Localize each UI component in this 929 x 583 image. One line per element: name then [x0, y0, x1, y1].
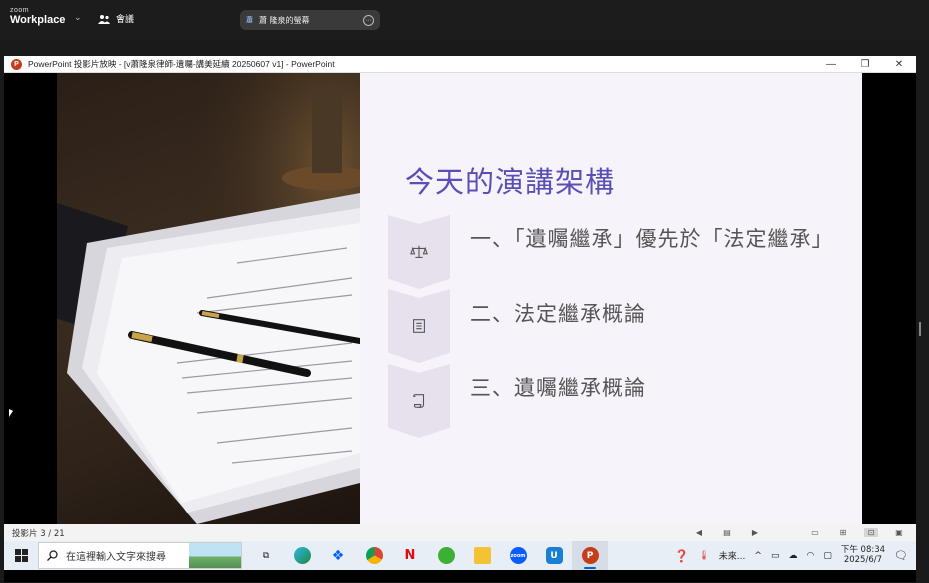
slide: 今天的演講架構 一、「遺囑繼承」優先於「法定繼承」 二、法定繼承概論 三、遺囑繼…: [360, 73, 862, 524]
minimize-button[interactable]: —: [814, 59, 848, 70]
slide-counter: 投影片 3 / 21: [12, 528, 65, 539]
resize-handle[interactable]: [919, 322, 921, 336]
book-icon: [413, 319, 425, 333]
windows-icon: [14, 549, 28, 562]
help-icon[interactable]: ❓: [674, 549, 689, 563]
task-view-button[interactable]: ⧉: [248, 541, 284, 570]
scales-icon: [410, 245, 428, 258]
slide-show-area[interactable]: 今天的演講架構 一、「遺囑繼承」優先於「法定繼承」 二、法定繼承概論 三、遺囑繼…: [4, 73, 916, 524]
dropbox-icon: ❖: [331, 547, 345, 564]
share-label: 蕭 隆泉的螢幕: [259, 15, 310, 25]
file-explorer-app[interactable]: [464, 541, 500, 570]
share-avatar: 蕭: [246, 16, 253, 24]
system-tray: ❓ 🌡 未來... ^ ▭ ☁ ◠ ▢ 下午 08:34 2025/6/7 🗨: [674, 545, 916, 566]
desk-documents-image: [57, 73, 360, 524]
agenda-item-2: 二、法定繼承概論: [470, 302, 646, 326]
taskbar-search[interactable]: 在這裡輸入文字來搜尋: [38, 542, 242, 569]
folder-icon: [473, 547, 491, 564]
zoom-logo[interactable]: zoom Workplace: [10, 7, 65, 26]
zoom-logo-top: zoom: [10, 7, 30, 14]
slide-sorter-icon[interactable]: ⊞: [836, 528, 850, 537]
next-slide-icon[interactable]: ▶: [748, 528, 762, 537]
mouse-cursor: [9, 409, 13, 417]
shared-screen: P PowerPoint 投影片放映 - [v蕭隆泉律師-遺囑-講美延續 202…: [4, 56, 916, 582]
chevron-1: [388, 215, 450, 289]
clock-date: 2025/6/7: [843, 554, 883, 565]
chrome-icon: [365, 547, 383, 564]
zoom-icon: zoom: [509, 547, 527, 564]
slide-photo: [57, 73, 360, 524]
netflix-app[interactable]: N: [392, 541, 428, 570]
restore-button[interactable]: ❐: [848, 59, 882, 70]
normal-view-icon[interactable]: ▭: [808, 528, 822, 537]
powerpoint-titlebar: P PowerPoint 投影片放映 - [v蕭隆泉律師-遺囑-講美延續 202…: [4, 56, 916, 73]
edge-icon: [293, 547, 311, 564]
notification-icon[interactable]: 🗨: [894, 549, 908, 562]
slideshow-statusbar: 投影片 3 / 21 ◀ ▤ ▶ ▭ ⊞ ⊡ ▣: [4, 524, 916, 541]
netflix-icon: N: [404, 548, 416, 563]
meeting-button[interactable]: 會議: [98, 12, 134, 25]
search-highlight-image: [189, 543, 241, 568]
windows-taskbar: 在這裡輸入文字來搜尋 ⧉ ❖ N zoom U P ❓ 🌡 未來... ^ ▭ …: [4, 541, 916, 570]
zoom-logo-bottom: Workplace: [10, 14, 66, 26]
wechat-icon: [437, 547, 455, 564]
u-app[interactable]: U: [536, 541, 572, 570]
search-icon: [47, 550, 58, 561]
meeting-label: 會議: [116, 15, 135, 25]
people-icon: [98, 14, 110, 24]
wifi-icon[interactable]: ◠: [806, 551, 814, 561]
reading-view-icon[interactable]: ⊡: [864, 528, 878, 537]
slide-view-icon[interactable]: ▤: [720, 528, 734, 537]
chevron-down-icon[interactable]: ⌄: [74, 13, 82, 23]
u-app-icon: U: [545, 547, 563, 564]
task-view-icon: ⧉: [262, 550, 270, 561]
more-options-icon[interactable]: ⋯: [363, 14, 374, 26]
window-title: PowerPoint 投影片放映 - [v蕭隆泉律師-遺囑-講美延續 20250…: [28, 59, 335, 69]
dropbox-app[interactable]: ❖: [320, 541, 356, 570]
scroll-icon: [413, 394, 425, 408]
show-hidden-icons[interactable]: ^: [754, 551, 762, 561]
start-button[interactable]: [4, 541, 38, 570]
weather-text[interactable]: 未來...: [719, 549, 746, 562]
display-icon[interactable]: ▢: [823, 551, 832, 561]
slideshow-icon[interactable]: ▣: [892, 528, 906, 537]
zoom-app[interactable]: zoom: [500, 541, 536, 570]
cloud-icon[interactable]: ☁: [788, 551, 797, 561]
edge-app[interactable]: [284, 541, 320, 570]
agenda-item-1: 一、「遺囑繼承」優先於「法定繼承」: [470, 227, 834, 251]
chrome-app[interactable]: [356, 541, 392, 570]
zoom-toolbar: zoom Workplace ⌄ 會議 蕭 蕭 隆泉的螢幕 ⋯: [0, 0, 929, 40]
screen-share-indicator[interactable]: 蕭 蕭 隆泉的螢幕 ⋯: [240, 10, 380, 30]
chevron-3: [388, 364, 450, 438]
powerpoint-app[interactable]: P: [572, 541, 608, 570]
previous-slide-icon[interactable]: ◀: [692, 528, 706, 537]
slide-title: 今天的演講架構: [405, 165, 616, 199]
powerpoint-taskbar-icon: P: [581, 547, 599, 564]
search-placeholder: 在這裡輸入文字來搜尋: [66, 552, 166, 563]
battery-icon[interactable]: ▭: [771, 551, 780, 561]
close-button[interactable]: ✕: [882, 59, 916, 70]
clock[interactable]: 下午 08:34 2025/6/7: [841, 545, 885, 566]
agenda-item-3: 三、遺囑繼承概論: [470, 376, 646, 400]
wechat-app[interactable]: [428, 541, 464, 570]
powerpoint-icon: P: [11, 58, 22, 70]
thermometer-icon: 🌡: [698, 550, 710, 561]
chevron-2: [388, 289, 450, 363]
